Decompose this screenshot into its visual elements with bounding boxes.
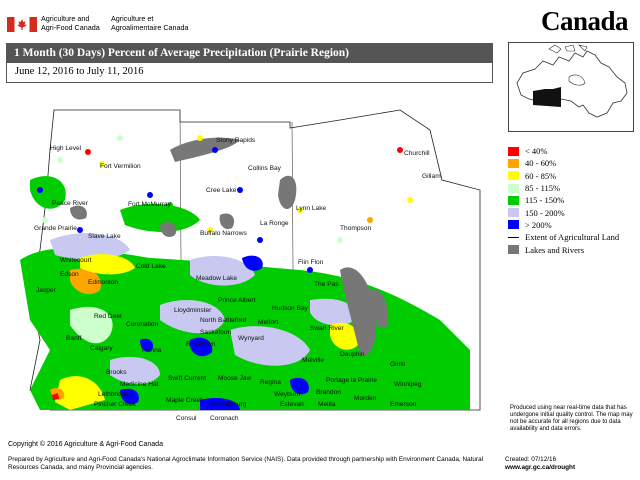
label-edson: Edson xyxy=(60,271,79,278)
label-lloydminster: Lloydminster xyxy=(174,307,212,314)
label-churchill: Churchill xyxy=(404,150,430,157)
label-hudson-bay: Hudson Bay xyxy=(272,305,309,312)
created-date: Created: 07/12/16 xyxy=(505,456,557,463)
label-swift-current: Swift Current xyxy=(168,375,206,382)
prepared-by-text: Prepared by Agriculture and Agri-Food Ca… xyxy=(8,456,484,471)
label-red-deer: Red Deer xyxy=(94,313,123,320)
label-lynn-lake: Lynn Lake xyxy=(296,205,327,212)
label-meadow-lake: Meadow Lake xyxy=(196,275,237,282)
label-estevan: Estevan xyxy=(280,401,304,408)
label-fort-mcmurray: Fort McMurray xyxy=(128,201,172,208)
label-collins-bay: Collins Bay xyxy=(248,165,282,172)
label-melita: Melita xyxy=(318,401,336,408)
legend-swatch xyxy=(508,220,519,230)
canada-wordmark: Canada xyxy=(541,6,629,36)
copyright-text: Copyright © 2016 Agriculture & Agri-Food… xyxy=(8,441,163,448)
label-wynyard: Wynyard xyxy=(238,335,264,342)
label-moose-jaw: Moose Jaw xyxy=(218,375,252,382)
label-flin-flon: Flin Flon xyxy=(298,259,324,266)
label-cold-lake: Cold Lake xyxy=(136,263,166,270)
legend-item: 150 - 200% xyxy=(508,206,632,218)
label-grande-prairie: Grande Prairie xyxy=(34,225,77,232)
label-la-ronge: La Ronge xyxy=(260,220,289,227)
label-gimli: Gimli xyxy=(390,361,406,368)
legend-item: 60 - 85% xyxy=(508,170,632,182)
label-portage-la-prairie: Portage la Prairie xyxy=(326,377,377,384)
label-peace-river: Peace River xyxy=(52,200,89,207)
label-banff: Banff xyxy=(66,335,81,342)
department-name-english: Agriculture and Agri-Food Canada xyxy=(41,14,100,32)
legend-item: < 40% xyxy=(508,145,632,157)
legend-extent-item: Extent of Agricultural Land xyxy=(508,231,632,243)
label-north-battleford: North Battleford xyxy=(200,317,247,324)
label-jasper: Jasper xyxy=(36,287,57,294)
label-stony-rapids: Stony Rapids xyxy=(216,137,256,144)
map-legend: < 40% 40 - 60% 60 - 85% 85 - 115% 115 - … xyxy=(508,145,632,256)
legend-item: 40 - 60% xyxy=(508,157,632,169)
label-dauphin: Dauphin xyxy=(340,351,365,358)
label-gravelbourg: Gravelbourg xyxy=(210,401,247,408)
label-fort-vermilion: Fort Vermilion xyxy=(100,163,141,170)
label-lethbridge: Lethbridge xyxy=(98,391,129,398)
label-buffalo-narrows: Buffalo Narrows xyxy=(200,230,247,237)
legend-swatch xyxy=(508,171,519,181)
label-thompson: Thompson xyxy=(340,225,371,232)
label-coronach: Coronach xyxy=(210,415,239,422)
label-consul: Consul xyxy=(176,415,197,422)
department-name-french: Agriculture et Agroalimentaire Canada xyxy=(111,14,189,32)
label-calgary: Calgary xyxy=(90,345,113,352)
label-melville: Melville xyxy=(302,357,324,364)
legend-swatch xyxy=(508,195,519,205)
lakes-swatch xyxy=(508,245,519,255)
label-rosetown: Rosetown xyxy=(186,341,216,348)
website-url[interactable]: www.agr.gc.ca/drought xyxy=(505,464,575,472)
disclaimer-text: Produced using near real-time data that … xyxy=(510,405,633,432)
legend-lakes-item: Lakes and Rivers xyxy=(508,243,632,255)
label-weyburn: Weyburn xyxy=(274,391,301,398)
label-slave-lake: Slave Lake xyxy=(88,233,121,240)
label-coronation: Coronation xyxy=(126,321,159,328)
label-winnipeg: Winnipeg xyxy=(394,381,422,388)
label-prince-albert: Prince Albert xyxy=(218,297,256,304)
label-maple-creek: Maple Creek xyxy=(166,397,204,404)
label-morden: Morden xyxy=(354,395,377,402)
label-regina: Regina xyxy=(260,379,281,386)
map-title: 1 Month (30 Days) Percent of Average Pre… xyxy=(6,43,493,63)
label-the-pas: The Pas xyxy=(314,281,339,288)
legend-swatch xyxy=(508,208,519,218)
created-info: Created: 07/12/16 www.agr.gc.ca/drought xyxy=(505,456,575,471)
label-medicine-hat: Medicine Hat xyxy=(120,381,159,388)
legend-swatch xyxy=(508,146,519,156)
precipitation-map-page: Agriculture and Agri-Food Canada Agricul… xyxy=(0,0,640,480)
legend-item: 115 - 150% xyxy=(508,194,632,206)
label-gillam: Gillam xyxy=(422,173,441,180)
canada-locator-map xyxy=(508,42,634,132)
label-hanna: Hanna xyxy=(142,347,162,354)
label-emerson: Emerson xyxy=(390,401,417,408)
label-brandon: Brandon xyxy=(316,389,341,396)
extent-line-icon xyxy=(508,236,519,238)
label-whitecourt: Whitecourt xyxy=(60,257,92,264)
canada-flag-icon xyxy=(7,17,37,32)
label-cree-lake: Cree Lake xyxy=(206,187,237,194)
label-melfort: Melfort xyxy=(258,319,278,326)
legend-swatch xyxy=(508,183,519,193)
legend-item: 85 - 115% xyxy=(508,182,632,194)
legend-swatch xyxy=(508,158,519,168)
label-saskatoon: Saskatoon xyxy=(200,329,231,336)
label-high-level: High Level xyxy=(50,145,82,152)
date-range: June 12, 2016 to July 11, 2016 xyxy=(6,63,493,83)
legend-item: > 200% xyxy=(508,219,632,231)
label-swan-river: Swan River xyxy=(310,325,345,332)
label-edmonton: Edmonton xyxy=(88,279,118,286)
prairie-precipitation-map: High Level Fort Vermilion Stony Rapids C… xyxy=(20,109,481,422)
label-brooks: Brooks xyxy=(106,369,127,376)
label-pincher-creek: Pincher Creek xyxy=(94,401,136,408)
